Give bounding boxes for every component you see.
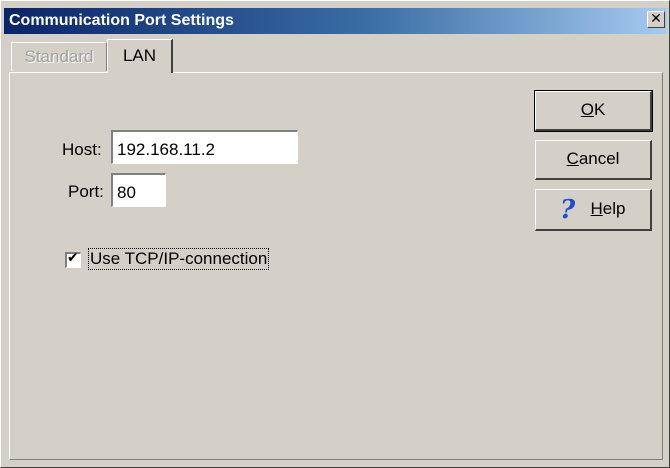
host-input[interactable]: [111, 130, 298, 164]
ok-button[interactable]: OK: [534, 90, 653, 132]
tcp-ip-checkbox[interactable]: ✔: [65, 250, 81, 268]
port-label: Port:: [68, 182, 104, 201]
ok-button-label: K: [593, 100, 606, 119]
host-label: Host:: [62, 140, 102, 159]
help-button-label: elp: [602, 199, 626, 218]
close-button[interactable]: ✕: [647, 11, 665, 28]
port-input[interactable]: [111, 173, 166, 207]
cancel-button-mnemonic: C: [566, 149, 579, 168]
help-button[interactable]: ? Help: [535, 189, 652, 231]
title-bar[interactable]: Communication Port Settings ✕: [4, 8, 667, 34]
tab-standard[interactable]: Standard: [11, 42, 107, 71]
tab-strip: Standard LAN: [9, 39, 663, 73]
dialog-window: Communication Port Settings ✕ Standard L…: [0, 0, 670, 468]
ok-button-mnemonic: O: [580, 100, 594, 119]
tab-lan[interactable]: LAN: [107, 39, 173, 73]
close-icon: ✕: [650, 11, 662, 27]
help-button-mnemonic: H: [590, 199, 603, 218]
tcp-ip-checkbox-label[interactable]: Use TCP/IP-connection: [88, 248, 270, 270]
cancel-button[interactable]: Cancel: [535, 140, 652, 180]
question-mark-icon: ?: [560, 195, 576, 225]
lan-tab-panel: Host: Port: ✔ Use TCP/IP-connection OK C…: [9, 72, 663, 460]
checkmark-icon: ✔: [67, 250, 79, 266]
cancel-button-label: ancel: [578, 149, 620, 168]
window-title: Communication Port Settings: [9, 12, 234, 29]
